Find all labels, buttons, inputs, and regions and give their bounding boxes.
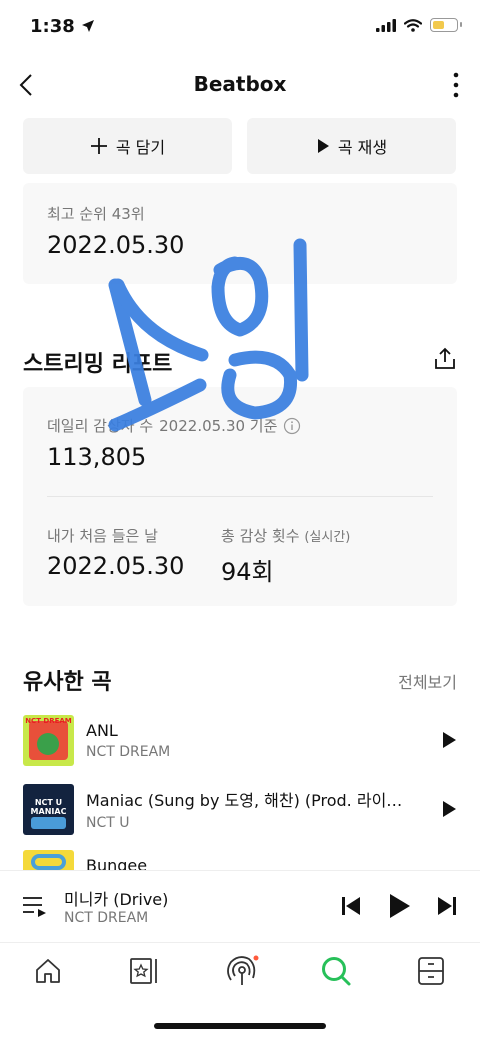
song-row[interactable]: NCT U MANIAC Maniac (Sung by 도영, 해찬) (Pr…: [23, 781, 463, 837]
location-arrow-icon: [82, 20, 95, 32]
more-vertical-icon: [453, 72, 459, 98]
song-text: ANL NCT DREAM: [86, 721, 416, 760]
album-cover-text: NCT U MANIAC: [30, 797, 67, 816]
best-rank-label: 최고 순위 43위: [47, 205, 145, 223]
more-options-button[interactable]: [446, 70, 466, 100]
share-icon: [435, 347, 455, 369]
divider: [47, 496, 433, 497]
play-icon[interactable]: [388, 892, 412, 920]
album-cover-text: NCT DREAM: [25, 716, 72, 725]
now-playing-artist: NCT DREAM: [64, 910, 149, 926]
song-row[interactable]: NCT DREAM ANL NCT DREAM: [23, 712, 463, 768]
storage-icon[interactable]: [417, 956, 445, 986]
total-plays-sub: (실시간): [304, 530, 351, 545]
album-cover: NCT DREAM: [23, 714, 74, 766]
song-artist: NCT U: [86, 815, 130, 831]
see-all-link[interactable]: 전체보기: [398, 669, 457, 693]
share-button[interactable]: [432, 346, 458, 372]
podcast-icon[interactable]: [224, 955, 260, 987]
status-icons: [376, 18, 462, 32]
first-listen-value: 2022.05.30: [47, 552, 185, 580]
home-icon[interactable]: [34, 957, 62, 985]
battery-icon: [430, 18, 462, 32]
previous-track-icon[interactable]: [340, 895, 362, 917]
song-title: Maniac (Sung by 도영, 해찬) (Prod. 라이…: [86, 791, 403, 810]
play-icon: [317, 139, 329, 153]
home-indicator: [154, 1023, 326, 1029]
play-song-label: 곡 재생: [337, 138, 388, 157]
similar-songs-title: 유사한 곡: [23, 670, 112, 695]
notification-badge: [253, 955, 259, 961]
signal-icon: [376, 18, 396, 32]
search-icon[interactable]: [320, 955, 352, 987]
page-title: Beatbox: [193, 72, 287, 96]
total-plays-label: 총 감상 횟수: [221, 527, 300, 545]
next-track-icon[interactable]: [436, 895, 458, 917]
handwritten-annotation: [108, 238, 309, 432]
daily-listeners-value: 113,805: [47, 443, 147, 471]
plus-icon: [90, 138, 107, 154]
add-song-button[interactable]: 곡 담기: [23, 118, 232, 174]
status-time: 1:38: [30, 16, 95, 37]
add-song-label: 곡 담기: [115, 138, 166, 157]
total-plays-row: 총 감상 횟수 (실시간): [221, 525, 350, 546]
total-plays-value: 94회: [221, 558, 274, 586]
play-song-button[interactable]: 곡 재생: [247, 118, 456, 174]
song-artist: NCT DREAM: [86, 743, 171, 760]
playlist-icon[interactable]: [22, 895, 48, 919]
album-cover: NCT U MANIAC: [23, 783, 74, 835]
now-playing-title: 미니카 (Drive): [64, 890, 169, 909]
song-text: Maniac (Sung by 도영, 해찬) (Prod. 라이… NCT U: [86, 787, 416, 831]
play-icon[interactable]: [441, 731, 457, 749]
song-title: ANL: [86, 720, 118, 740]
wifi-icon: [404, 18, 422, 32]
first-listen-label: 내가 처음 들은 날: [47, 527, 158, 545]
mini-player[interactable]: 미니카 (Drive) NCT DREAM: [0, 870, 480, 943]
play-icon[interactable]: [441, 800, 457, 818]
library-icon[interactable]: [129, 957, 159, 985]
